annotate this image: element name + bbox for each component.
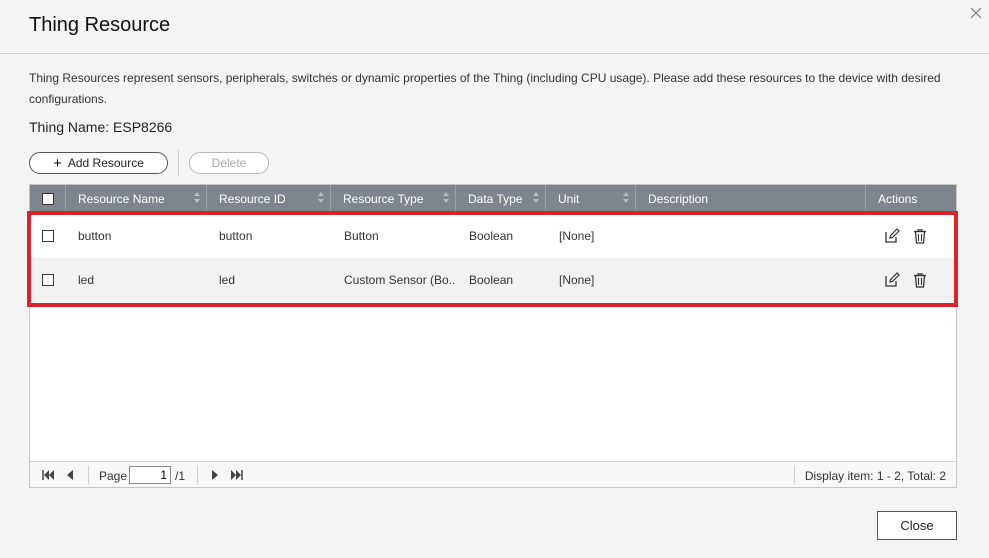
- select-all-checkbox[interactable]: [42, 193, 54, 205]
- trash-icon[interactable]: [912, 272, 928, 288]
- column-header-unit[interactable]: Unit: [546, 185, 636, 211]
- trash-icon[interactable]: [912, 228, 928, 244]
- unit-cell: [None]: [559, 229, 595, 243]
- dialog-description: Thing Resources represent sensors, perip…: [29, 71, 941, 106]
- pager-divider: [197, 466, 198, 484]
- column-header-description[interactable]: Description: [636, 185, 866, 211]
- column-header-actions: Actions: [866, 185, 956, 211]
- unit-cell: [None]: [559, 273, 595, 287]
- resource-type-cell: Custom Sensor (Bo...: [344, 273, 456, 287]
- column-header-label: Unit: [558, 192, 580, 206]
- plus-icon: +: [53, 154, 62, 172]
- resource-id-cell: led: [219, 273, 236, 287]
- pagination-bar: Page /1 Display item: 1 - 2, Total: 2: [30, 461, 956, 487]
- header-checkbox-cell: [30, 185, 66, 211]
- column-header-label: Actions: [878, 192, 918, 206]
- data-type-cell: Boolean: [469, 273, 514, 287]
- page-number-input[interactable]: [129, 466, 171, 484]
- sort-icon: [443, 192, 449, 204]
- add-resource-button[interactable]: + Add Resource: [29, 152, 168, 174]
- page-label: Page: [99, 469, 128, 483]
- first-page-icon[interactable]: [41, 468, 55, 482]
- column-header-resource-id[interactable]: Resource ID: [207, 185, 331, 211]
- dialog-header: Thing Resource: [0, 0, 989, 54]
- grid-header: Resource Name Resource ID Resource Type …: [30, 185, 956, 211]
- pager-divider: [794, 466, 795, 484]
- column-header-label: Resource ID: [219, 192, 286, 206]
- resource-name-cell: button: [78, 229, 112, 243]
- resource-id-cell: button: [219, 229, 253, 243]
- sort-icon: [533, 192, 539, 204]
- column-header-resource-name[interactable]: Resource Name: [66, 185, 207, 211]
- edit-icon[interactable]: [884, 228, 900, 244]
- total-pages-label: /1: [175, 469, 186, 483]
- thing-name-label: Thing Name: ESP8266: [29, 119, 173, 135]
- row-checkbox[interactable]: [42, 274, 54, 286]
- description-cell: [648, 214, 863, 258]
- column-header-label: Description: [648, 192, 709, 206]
- sort-icon: [194, 192, 200, 204]
- delete-button[interactable]: Delete: [189, 152, 269, 174]
- row-checkbox[interactable]: [42, 230, 54, 242]
- last-page-icon[interactable]: [230, 468, 244, 482]
- resource-grid: Resource Name Resource ID Resource Type …: [29, 184, 957, 488]
- sort-icon: [318, 192, 324, 204]
- resource-name-cell: led: [78, 273, 95, 287]
- resource-type-cell: Button: [344, 229, 379, 243]
- sort-icon: [623, 192, 629, 204]
- data-type-cell: Boolean: [469, 229, 514, 243]
- previous-page-icon[interactable]: [63, 468, 77, 482]
- next-page-icon[interactable]: [208, 468, 222, 482]
- edit-icon[interactable]: [884, 272, 900, 288]
- column-header-label: Resource Name: [78, 192, 165, 206]
- toolbar-divider: [178, 150, 179, 176]
- close-button[interactable]: Close: [877, 511, 957, 540]
- table-row[interactable]: led led Custom Sensor (Bo... Boolean [No…: [30, 258, 956, 302]
- column-header-label: Data Type: [468, 192, 523, 206]
- dialog-title: Thing Resource: [29, 14, 171, 36]
- pager-divider: [88, 466, 89, 484]
- description-cell: [648, 258, 863, 302]
- close-icon[interactable]: [967, 4, 985, 22]
- column-header-data-type[interactable]: Data Type: [456, 185, 546, 211]
- table-row[interactable]: button button Button Boolean [None]: [30, 214, 956, 258]
- column-header-label: Resource Type: [343, 192, 424, 206]
- display-item-summary: Display item: 1 - 2, Total: 2: [804, 469, 946, 483]
- column-header-resource-type[interactable]: Resource Type: [331, 185, 456, 211]
- add-resource-label: Add Resource: [67, 156, 144, 170]
